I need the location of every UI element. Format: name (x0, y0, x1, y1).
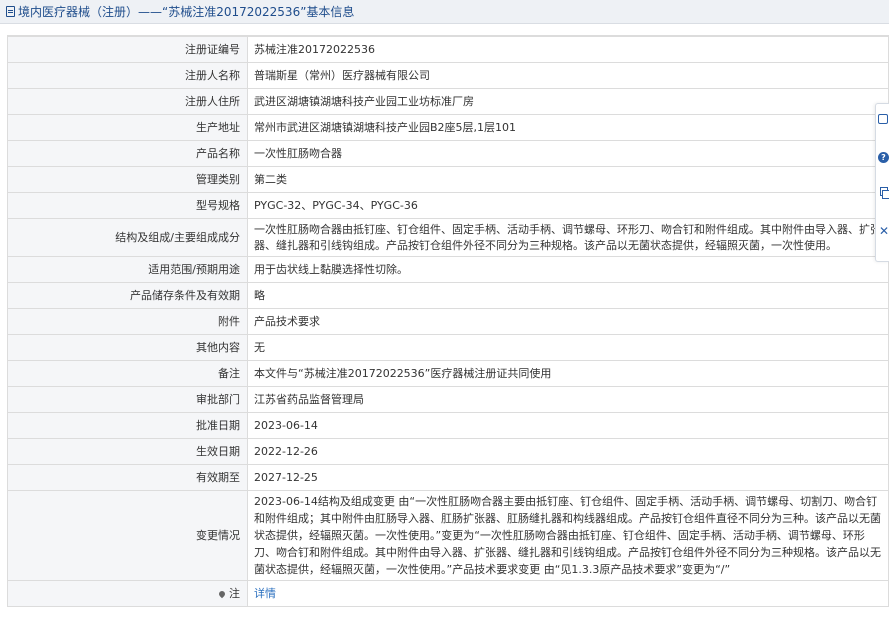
table-row: 产品名称 一次性肛肠吻合器 (7, 140, 889, 167)
floating-toolbar: ? ✕ (875, 103, 889, 262)
row-value: 常州市武进区湖塘镇湖塘科技产业园B2座5层,1层101 (247, 114, 889, 141)
row-label: 产品储存条件及有效期 (7, 282, 248, 309)
edit-icon[interactable] (878, 114, 888, 124)
table-row: 审批部门 江苏省药品监督管理局 (7, 386, 889, 413)
row-label: 变更情况 (7, 490, 248, 581)
table-row: 适用范围/预期用途 用于齿状线上黏膜选择性切除。 (7, 256, 889, 283)
row-label: 管理类别 (7, 166, 248, 193)
table-row: 注册人名称 普瑞斯星（常州）医疗器械有限公司 (7, 62, 889, 89)
details-link[interactable]: 详情 (247, 580, 889, 607)
row-value: 一次性肛肠吻合器 (247, 140, 889, 167)
row-value: 一次性肛肠吻合器由抵钉座、钉仓组件、固定手柄、活动手柄、调节螺母、环形刀、吻合钉… (247, 218, 889, 257)
row-value: 无 (247, 334, 889, 361)
row-value: PYGC-32、PYGC-34、PYGC-36 (247, 192, 889, 219)
row-value: 2027-12-25 (247, 464, 889, 491)
table-row: 结构及组成/主要组成成分 一次性肛肠吻合器由抵钉座、钉仓组件、固定手柄、活动手柄… (7, 218, 889, 257)
copy-icon[interactable] (878, 187, 889, 199)
row-value: 本文件与“苏械注准20172022536”医疗器械注册证共同使用 (247, 360, 889, 387)
table-row: 变更情况 2023-06-14结构及组成变更 由“一次性肛肠吻合器主要由抵钉座、… (7, 490, 889, 581)
row-value: 江苏省药品监督管理局 (247, 386, 889, 413)
close-icon[interactable]: ✕ (878, 224, 889, 238)
table-row: 产品储存条件及有效期 略 (7, 282, 889, 309)
info-table-wrapper: 注册证编号 苏械注准20172022536 注册人名称 普瑞斯星（常州）医疗器械… (7, 35, 889, 607)
row-label: 结构及组成/主要组成成分 (7, 218, 248, 257)
table-row: 生产地址 常州市武进区湖塘镇湖塘科技产业园B2座5层,1层101 (7, 114, 889, 141)
row-value: 普瑞斯星（常州）医疗器械有限公司 (247, 62, 889, 89)
table-row: 注册人住所 武进区湖塘镇湖塘科技产业园工业坊标准厂房 (7, 88, 889, 115)
table-row: 生效日期 2022-12-26 (7, 438, 889, 465)
table-row-note: 注 详情 (7, 580, 889, 607)
note-label: 注 (229, 586, 240, 600)
table-row: 附件 产品技术要求 (7, 308, 889, 335)
row-label: 其他内容 (7, 334, 248, 361)
row-label: 附件 (7, 308, 248, 335)
table-row: 管理类别 第二类 (7, 166, 889, 193)
row-value: 武进区湖塘镇湖塘科技产业园工业坊标准厂房 (247, 88, 889, 115)
row-label: 产品名称 (7, 140, 248, 167)
row-label: 注 (7, 580, 248, 607)
row-label: 适用范围/预期用途 (7, 256, 248, 283)
table-row: 型号规格 PYGC-32、PYGC-34、PYGC-36 (7, 192, 889, 219)
table-row: 批准日期 2023-06-14 (7, 412, 889, 439)
row-label: 生产地址 (7, 114, 248, 141)
row-value: 2023-06-14 (247, 412, 889, 439)
row-label: 型号规格 (7, 192, 248, 219)
row-value: 产品技术要求 (247, 308, 889, 335)
row-label: 注册人名称 (7, 62, 248, 89)
table-row: 注册证编号 苏械注准20172022536 (7, 36, 889, 63)
row-label: 注册证编号 (7, 36, 248, 63)
row-value: 略 (247, 282, 889, 309)
page-title: 境内医疗器械（注册）——“苏械注准20172022536”基本信息 (18, 5, 355, 19)
table-row: 备注 本文件与“苏械注准20172022536”医疗器械注册证共同使用 (7, 360, 889, 387)
row-value: 2023-06-14结构及组成变更 由“一次性肛肠吻合器主要由抵钉座、钉仓组件、… (247, 490, 889, 581)
row-value: 苏械注准20172022536 (247, 36, 889, 63)
table-row: 有效期至 2027-12-25 (7, 464, 889, 491)
table-row: 其他内容 无 (7, 334, 889, 361)
row-label: 生效日期 (7, 438, 248, 465)
row-value: 2022-12-26 (247, 438, 889, 465)
row-label: 审批部门 (7, 386, 248, 413)
row-label: 有效期至 (7, 464, 248, 491)
row-label: 注册人住所 (7, 88, 248, 115)
row-label: 批准日期 (7, 412, 248, 439)
document-icon (6, 6, 15, 17)
row-value: 第二类 (247, 166, 889, 193)
info-table: 注册证编号 苏械注准20172022536 注册人名称 普瑞斯星（常州）医疗器械… (7, 36, 889, 607)
row-value: 用于齿状线上黏膜选择性切除。 (247, 256, 889, 283)
location-pin-icon (217, 589, 227, 598)
help-icon[interactable]: ? (878, 152, 889, 163)
page-header: 境内医疗器械（注册）——“苏械注准20172022536”基本信息 (0, 0, 889, 24)
row-label: 备注 (7, 360, 248, 387)
